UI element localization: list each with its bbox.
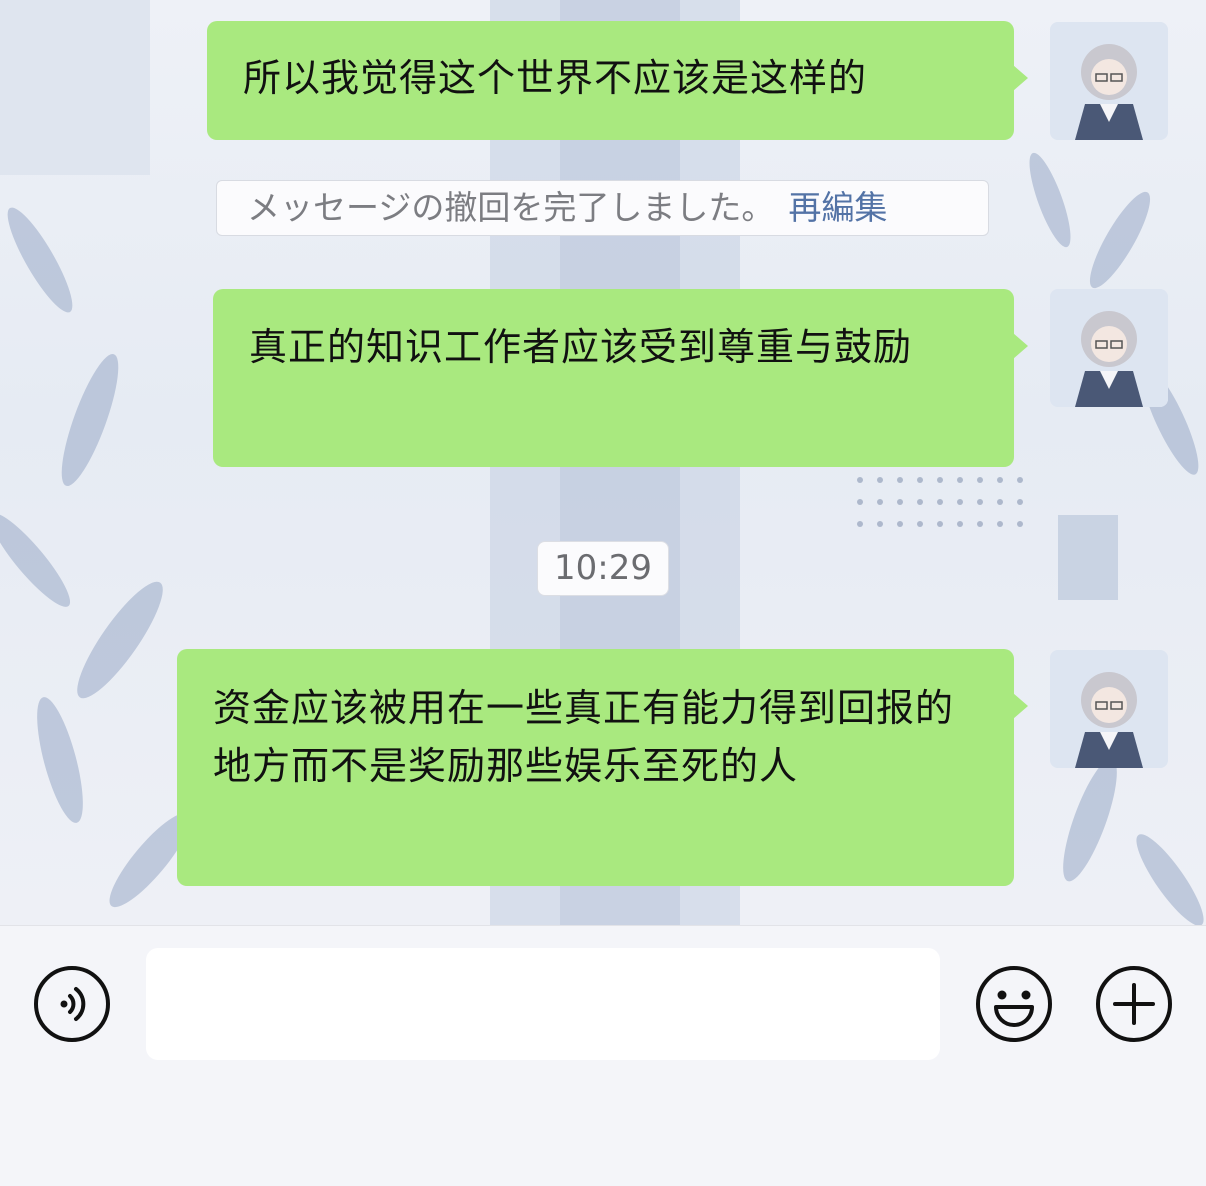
message-text: 所以我觉得这个世界不应该是这样的 [243,56,868,100]
chat-area: 所以我觉得这个世界不应该是这样的 メッセージの撤回を完了しました。 再編集 真正的… [0,0,1206,925]
message-bubble[interactable]: 所以我觉得这个世界不应该是这样的 [207,21,1028,140]
message-bubble[interactable]: 资金应该被用在一些真正有能力得到回报的地方而不是奖励那些娱乐至死的人 [177,649,1028,886]
emoji-icon [976,966,1052,1042]
timestamp: 10:29 [537,541,669,596]
avatar[interactable] [1050,289,1168,407]
plus-icon [1096,966,1172,1042]
avatar-image [1050,289,1168,407]
avatar-image [1050,22,1168,140]
input-bar [0,925,1206,1186]
avatar-image [1050,650,1168,768]
recall-notice-text: メッセージの撤回を完了しました。 [247,188,775,227]
message-text: 真正的知识工作者应该受到尊重与鼓励 [249,325,913,369]
reedit-link[interactable]: 再編集 [788,188,887,227]
recall-notice: メッセージの撤回を完了しました。 再編集 [216,180,989,236]
message-bubble[interactable]: 真正的知识工作者应该受到尊重与鼓励 [213,289,1028,467]
emoji-button[interactable] [975,965,1053,1043]
message-text: 资金应该被用在一些真正有能力得到回报的地方而不是奖励那些娱乐至死的人 [213,686,955,788]
voice-button[interactable] [33,965,111,1043]
avatar[interactable] [1050,650,1168,768]
plus-button[interactable] [1095,965,1173,1043]
avatar[interactable] [1050,22,1168,140]
voice-icon [34,966,110,1042]
message-input[interactable] [146,948,940,1060]
